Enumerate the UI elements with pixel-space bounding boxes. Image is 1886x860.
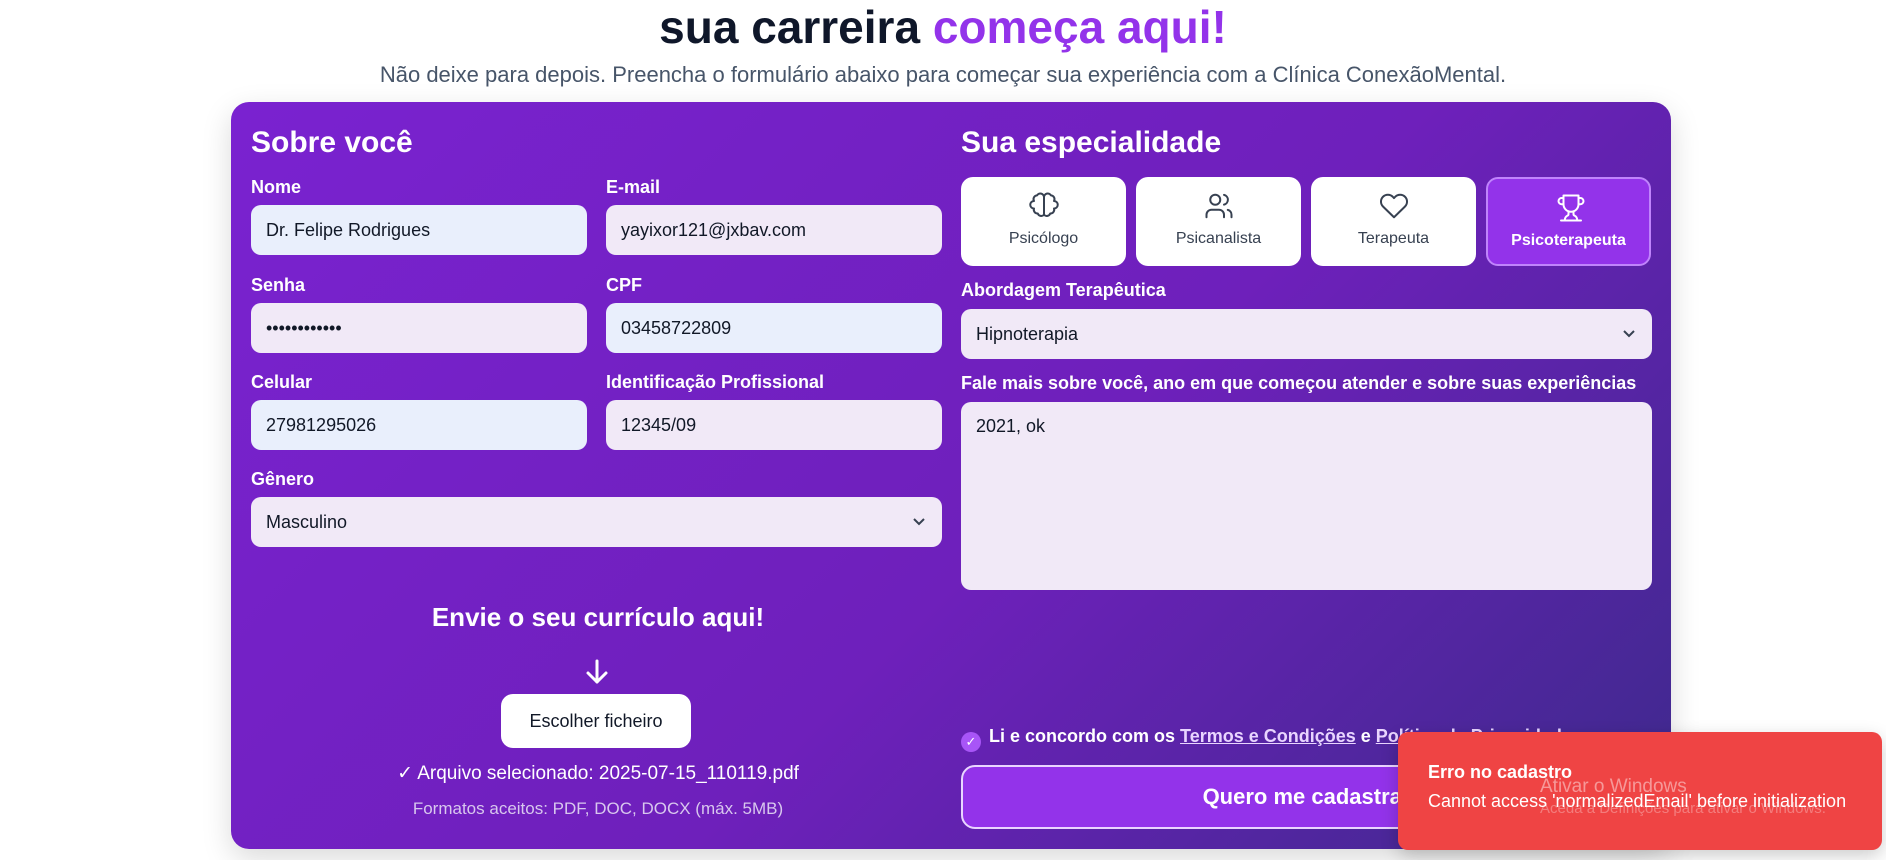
specialty-option-psicanalista[interactable]: Psicanalista — [1136, 177, 1301, 266]
selected-file-text: ✓ Arquivo selecionado: 2025-07-15_110119… — [397, 763, 799, 784]
password-label: Senha — [251, 275, 306, 295]
specialty-option-label: Psicólogo — [1008, 230, 1079, 247]
specialty-option-psicologo[interactable]: Psicólogo — [961, 177, 1126, 266]
hero-subtitle: Não deixe para depois. Preencha o formul… — [379, 62, 1507, 87]
hero-title: sua carreira começa aqui! — [0, 0, 1886, 54]
specialty-option-label: Psicanalista — [1175, 230, 1262, 247]
brain-icon — [1029, 192, 1059, 217]
password-input[interactable]: •••••••••••• — [251, 303, 587, 353]
signup-page: sua carreira começa aqui! Não deixe para… — [0, 0, 1886, 860]
users-icon — [1205, 193, 1233, 219]
phone-input[interactable]: 27981295026 — [251, 400, 587, 450]
accepted-formats-text: Formatos aceitos: PDF, DOC, DOCX (máx. 5… — [412, 799, 784, 818]
windows-activation-title: Ativar o Windows — [1540, 776, 1687, 797]
trophy-icon — [1557, 194, 1585, 222]
name-input[interactable]: Dr. Felipe Rodrigues — [251, 205, 587, 255]
gender-label: Gênero — [251, 469, 315, 489]
gender-select-value: Masculino — [266, 512, 348, 532]
chevron-down-icon — [912, 497, 926, 547]
specialty-option-label: Terapeuta — [1357, 230, 1430, 247]
chevron-down-icon — [1622, 309, 1636, 359]
cpf-input[interactable]: 03458722809 — [606, 303, 942, 353]
windows-activation-subtitle: Aceda a Definições para ativar o Windows… — [1540, 800, 1826, 817]
about-section-title: Sobre você — [251, 126, 413, 159]
heart-icon — [1380, 193, 1408, 219]
choose-file-button[interactable]: Escolher ficheiro — [501, 694, 691, 748]
about-text-label: Fale mais sobre você, ano em que começou… — [961, 373, 1637, 393]
specialty-section-title: Sua especialidade — [961, 126, 1222, 159]
name-label: Nome — [251, 177, 302, 197]
email-label: E-mail — [606, 177, 661, 197]
phone-label: Celular — [251, 372, 313, 392]
terms-link[interactable]: Termos e Condições — [1180, 726, 1356, 746]
approach-select-value: Hipnoterapia — [976, 324, 1079, 344]
terms-and: e — [1355, 726, 1376, 746]
approach-label: Abordagem Terapêutica — [961, 280, 1166, 300]
professional-id-label: Identificação Profissional — [606, 372, 825, 392]
upload-title: Envie o seu currículo aqui! — [431, 602, 765, 632]
hero-title-main: sua carreira — [659, 1, 933, 53]
email-input[interactable]: yayixor121@jxbav.com — [606, 205, 942, 255]
gender-select[interactable]: Masculino — [251, 497, 942, 547]
arrow-down-icon — [581, 658, 613, 691]
about-textarea[interactable]: 2021, ok — [961, 402, 1652, 590]
terms-checkbox[interactable]: ✓ — [961, 732, 981, 752]
specialty-option-terapeuta[interactable]: Terapeuta — [1311, 177, 1476, 266]
hero-title-accent: começa aqui! — [932, 1, 1227, 53]
professional-id-input[interactable]: 12345/09 — [606, 400, 942, 450]
specialty-option-label: Psicoterapeuta — [1511, 232, 1626, 249]
specialty-option-psicoterapeuta[interactable]: Psicoterapeuta — [1486, 177, 1651, 266]
terms-prefix: Li e concordo com os — [989, 726, 1181, 746]
approach-select[interactable]: Hipnoterapia — [961, 309, 1652, 359]
cpf-label: CPF — [606, 275, 642, 295]
